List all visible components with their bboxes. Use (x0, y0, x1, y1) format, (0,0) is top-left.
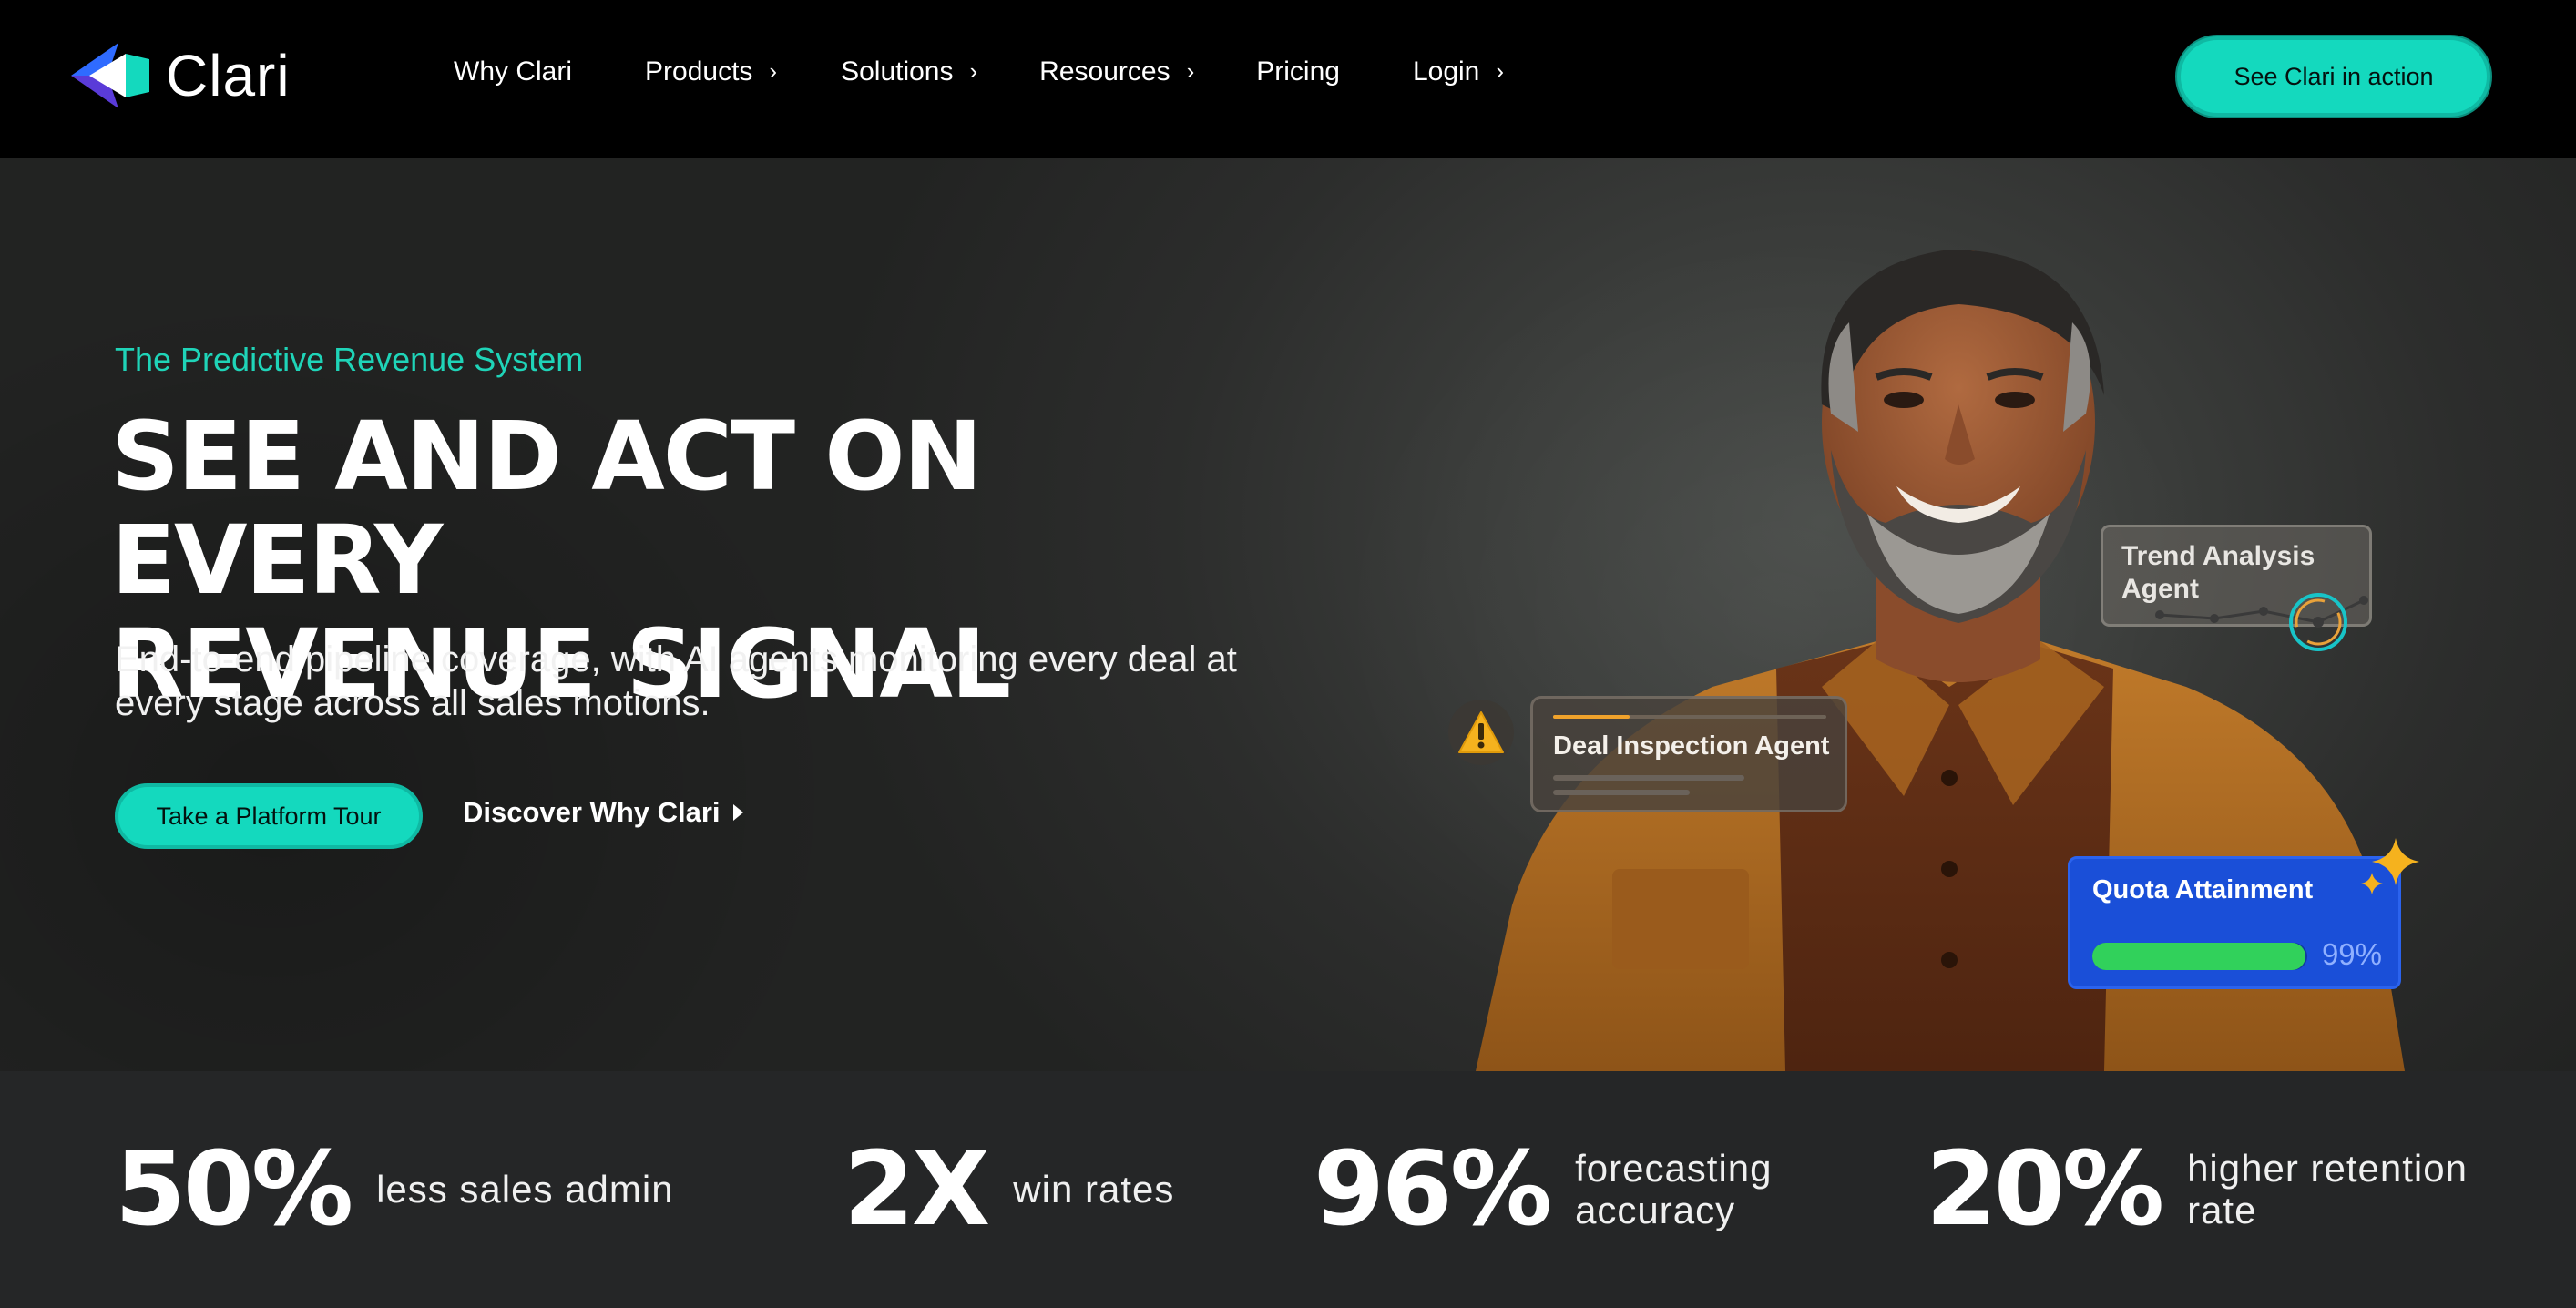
clari-logo-icon (71, 43, 149, 108)
stat-item: 2X win rates (843, 1071, 1174, 1308)
nav-item-solutions[interactable]: Solutions › (841, 56, 977, 87)
stat-value: 50% (115, 1130, 353, 1249)
sparkle-icon (2361, 838, 2419, 894)
stats-bar: 50% less sales admin 2X win rates 96% fo… (0, 1071, 2576, 1308)
platform-tour-button[interactable]: Take a Platform Tour (115, 783, 423, 849)
stat-description: less sales admin (376, 1169, 673, 1211)
nav-item-why-clari[interactable]: Why Clari (454, 56, 572, 87)
quota-progress-fill (2092, 943, 2305, 970)
nav-item-label: Products (645, 56, 753, 87)
brand-name: Clari (166, 43, 291, 108)
nav-item-label: Login (1412, 56, 1480, 87)
stat-value: 20% (1926, 1130, 2164, 1249)
see-clari-in-action-button[interactable]: See Clari in action (2177, 36, 2490, 117)
stat-description: forecasting accuracy (1575, 1148, 1772, 1231)
quota-attainment-card: Quota Attainment 99% (2068, 856, 2401, 989)
deal-inspection-agent-card: Deal Inspection Agent (1530, 696, 1847, 812)
nav-item-label: Pricing (1256, 56, 1340, 87)
nav-item-label: Resources (1039, 56, 1170, 87)
trend-analysis-agent-card: Trend Analysis Agent (2101, 525, 2372, 651)
main-menu: Why Clari Products › Solutions › Resourc… (454, 56, 1504, 87)
nav-item-label: Why Clari (454, 56, 573, 87)
stat-description: win rates (1013, 1169, 1174, 1211)
discover-link-label: Discover Why Clari (463, 796, 721, 828)
chevron-right-icon: › (969, 56, 978, 85)
warning-badge (1448, 700, 1514, 765)
stat-text-line-1: win rates (1013, 1168, 1175, 1211)
quota-progress-track (2092, 943, 2307, 970)
card-accent-bar (1553, 715, 1826, 719)
stat-text-line-1: less sales admin (376, 1168, 674, 1211)
stat-item: 96% forecasting accuracy (1314, 1071, 1773, 1308)
chevron-right-icon: › (1186, 56, 1195, 85)
stat-text-line-1: higher retention (2187, 1147, 2468, 1190)
clari-logo[interactable]: Clari (71, 42, 291, 109)
placeholder-line (1553, 790, 1690, 795)
hero-section: The Predictive Revenue System SEE AND AC… (0, 158, 2576, 1071)
quota-attainment-label: Quota Attainment (2092, 875, 2314, 904)
placeholder-line (1553, 775, 1744, 781)
nav-item-label: Solutions (841, 56, 954, 87)
stat-text-line-2: rate (2187, 1189, 2257, 1231)
discover-why-clari-link[interactable]: Discover Why Clari (463, 796, 743, 829)
nav-item-pricing[interactable]: Pricing (1256, 56, 1340, 87)
trend-line-icon (2155, 593, 2368, 651)
nav-item-resources[interactable]: Resources › (1039, 56, 1194, 87)
nav-item-products[interactable]: Products › (645, 56, 777, 87)
nav-item-login[interactable]: Login › (1413, 56, 1504, 87)
stat-value: 2X (843, 1130, 990, 1249)
stat-text-line-2: accuracy (1575, 1189, 1736, 1231)
hero-eyebrow: The Predictive Revenue System (115, 341, 584, 378)
top-navigation: Clari Why Clari Products › Solutions › R… (0, 0, 2576, 158)
hero-subheading: End-to-end pipeline coverage, with AI ag… (115, 639, 1237, 723)
warning-icon (1458, 711, 1504, 753)
deal-inspection-label: Deal Inspection Agent (1553, 731, 1830, 761)
stat-description: higher retention rate (2187, 1148, 2468, 1231)
chevron-right-icon: › (769, 56, 778, 85)
quota-percentage: 99% (2321, 937, 2382, 971)
headline-line-1: SEE AND ACT ON EVERY (111, 401, 983, 616)
stat-item: 20% higher retention rate (1926, 1071, 2468, 1308)
stat-text-line-1: forecasting (1575, 1147, 1773, 1190)
stat-item: 50% less sales admin (115, 1071, 674, 1308)
chevron-right-icon: › (1496, 56, 1505, 85)
stat-value: 96% (1314, 1130, 1552, 1249)
caret-right-icon (732, 804, 743, 821)
